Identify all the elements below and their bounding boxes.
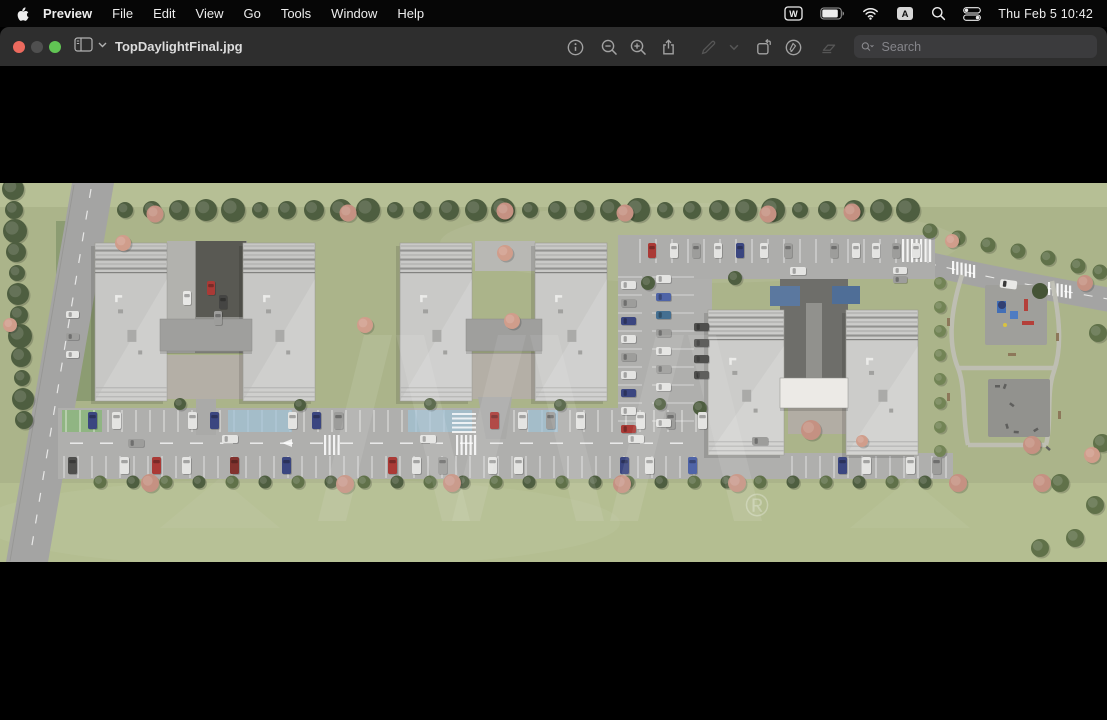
- w-app-menu-icon[interactable]: W: [784, 6, 803, 21]
- window-titlebar: TopDaylightFinal.jpg: [0, 27, 1107, 66]
- search-icon: [861, 41, 875, 53]
- svg-text:W: W: [790, 9, 799, 19]
- apple-icon: [14, 6, 29, 22]
- input-source-icon[interactable]: A: [896, 6, 914, 21]
- control-center-icon[interactable]: [963, 7, 981, 21]
- markup-toolbar-icon[interactable]: [783, 37, 803, 57]
- chevron-down-icon: [98, 42, 107, 48]
- menu-bar: Preview File Edit View Go Tools Window H…: [0, 0, 1107, 27]
- image-viewport: ®: [0, 66, 1107, 720]
- menu-status-area: W A: [784, 6, 1093, 21]
- svg-text:A: A: [902, 9, 909, 20]
- battery-icon[interactable]: [820, 7, 845, 20]
- menu-item-edit[interactable]: Edit: [143, 6, 185, 21]
- markup-pencil-icon[interactable]: [698, 37, 718, 57]
- wifi-icon[interactable]: [862, 7, 879, 20]
- sidebar-toggle-button[interactable]: [74, 36, 107, 53]
- search-input[interactable]: [880, 39, 1090, 55]
- menu-clock[interactable]: Thu Feb 5 10:42: [998, 7, 1093, 21]
- zoom-in-icon[interactable]: [628, 37, 648, 57]
- menu-item-preview[interactable]: Preview: [33, 6, 102, 21]
- screen: Preview File Edit View Go Tools Window H…: [0, 0, 1107, 720]
- menu-item-window[interactable]: Window: [321, 6, 387, 21]
- info-icon[interactable]: [565, 37, 585, 57]
- zoom-window-button[interactable]: [49, 41, 61, 53]
- menu-item-go[interactable]: Go: [233, 6, 270, 21]
- apple-menu[interactable]: [14, 6, 33, 22]
- menu-item-help[interactable]: Help: [387, 6, 434, 21]
- menu-item-view[interactable]: View: [186, 6, 234, 21]
- markup-dropdown-chevron-icon[interactable]: [724, 37, 744, 57]
- rotate-icon[interactable]: [753, 37, 773, 57]
- spotlight-search-icon[interactable]: [931, 6, 946, 21]
- menu-left: Preview File Edit View Go Tools Window H…: [14, 6, 434, 22]
- close-window-button[interactable]: [13, 41, 25, 53]
- zoom-out-icon[interactable]: [599, 37, 619, 57]
- document-title: TopDaylightFinal.jpg: [115, 27, 243, 66]
- share-icon[interactable]: [658, 37, 678, 57]
- sidebar-icon: [74, 36, 93, 53]
- minimize-window-button[interactable]: [31, 41, 43, 53]
- highlight-icon[interactable]: [819, 37, 839, 57]
- menu-item-file[interactable]: File: [102, 6, 143, 21]
- site-plan-image: ®: [0, 183, 1107, 562]
- menu-item-tools[interactable]: Tools: [271, 6, 321, 21]
- search-field[interactable]: [854, 35, 1097, 58]
